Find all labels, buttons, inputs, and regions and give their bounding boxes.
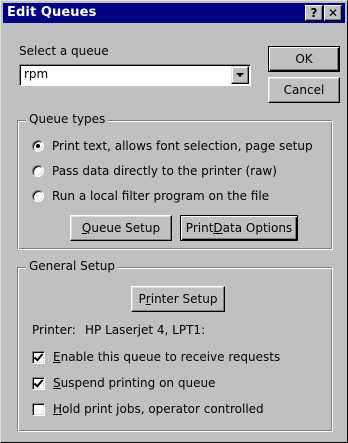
close-button[interactable]: ✕ [324,5,342,21]
window-title: Edit Queues [7,5,97,20]
printer-setup-label-pre: P [138,292,146,306]
radio-run-filter[interactable]: Run a local filter program on the file [32,187,269,205]
suspend-printing-mnemonic: S [53,376,61,390]
printer-value: HP Laserjet 4, LPT1: [85,323,206,337]
radio-pass-data-raw[interactable]: Pass data directly to the printer (raw) [32,162,277,180]
printer-setup-label: Pr inter Setup [139,292,218,306]
cancel-button[interactable]: Cancel [268,77,340,103]
checkbox-suspend-printing-label: Suspend printing on queue [53,376,215,390]
radio-button[interactable] [32,190,44,202]
radio-run-filter-label: Run a local filter program on the file [52,189,270,203]
checkbox-enable-queue[interactable]: Enable this queue to receive requests [32,348,280,366]
checkbox-checked[interactable] [32,350,45,364]
checkbox-unchecked[interactable] [32,402,45,416]
queue-types-group: Queue types Print text, allows font sele… [17,112,333,250]
checkbox-suspend-printing[interactable]: Suspend printing on queue [32,374,215,392]
checkbox-hold-print-jobs[interactable]: Hold print jobs, operator controlled [32,400,264,418]
help-button[interactable]: ? [305,5,323,21]
print-data-options-button[interactable]: Print Data Options [180,215,298,241]
printer-label: Printer: [32,323,76,337]
enable-queue-label-rest: nable this queue to receive requests [60,350,281,364]
close-icon: ✕ [327,6,339,20]
queue-select-value: rpm [24,67,49,81]
question-mark-icon: ? [310,6,318,20]
general-setup-title: General Setup [26,259,119,273]
ok-button-label: OK [295,52,313,66]
title-bar[interactable]: Edit Queues ? ✕ [3,3,345,23]
radio-button-selected[interactable] [32,140,44,152]
checkbox-checked[interactable] [32,376,45,390]
hold-print-jobs-label-rest: old print jobs, operator controlled [62,402,264,416]
general-setup-group: General Setup Pr inter Setup Printer: HP … [17,259,333,432]
print-data-options-label-post: ata Options [222,221,293,235]
checkbox-hold-print-jobs-label: Hold print jobs, operator controlled [53,402,264,416]
print-data-options-label: Print Data Options [186,221,292,235]
dropdown-arrow-icon[interactable] [231,66,249,84]
cancel-button-label: Cancel [283,83,325,97]
checkbox-enable-queue-label: Enable this queue to receive requests [53,350,280,364]
select-queue-label: Select a queue [19,44,109,58]
queue-types-title: Queue types [26,112,109,126]
radio-pass-data-label: Pass data directly to the printer (raw) [52,164,277,178]
printer-setup-button[interactable]: Pr inter Setup [131,286,225,312]
printer-setup-label-post: inter Setup [150,292,218,306]
queue-select-dropdown[interactable]: rpm [19,64,251,86]
radio-button[interactable] [32,165,44,177]
queue-setup-mnemonic: Q [81,221,92,235]
hold-print-jobs-mnemonic: H [53,402,63,416]
print-data-options-label-pre: Print [185,221,214,235]
ok-button[interactable]: OK [268,46,340,72]
radio-print-text[interactable]: Print text, allows font selection, page … [32,137,313,155]
queue-setup-label-post: ueue Setup [91,221,161,235]
queue-setup-button[interactable]: Queue Setup [70,215,172,241]
suspend-printing-label-rest: uspend printing on queue [60,376,216,390]
enable-queue-mnemonic: E [53,350,61,364]
radio-print-text-label: Print text, allows font selection, page … [52,139,313,153]
queue-setup-label: Queue Setup [82,221,160,235]
edit-queues-dialog: Edit Queues ? ✕ Select a queue rpm OK Ca… [0,0,348,443]
print-data-options-mnemonic: D [213,221,223,235]
